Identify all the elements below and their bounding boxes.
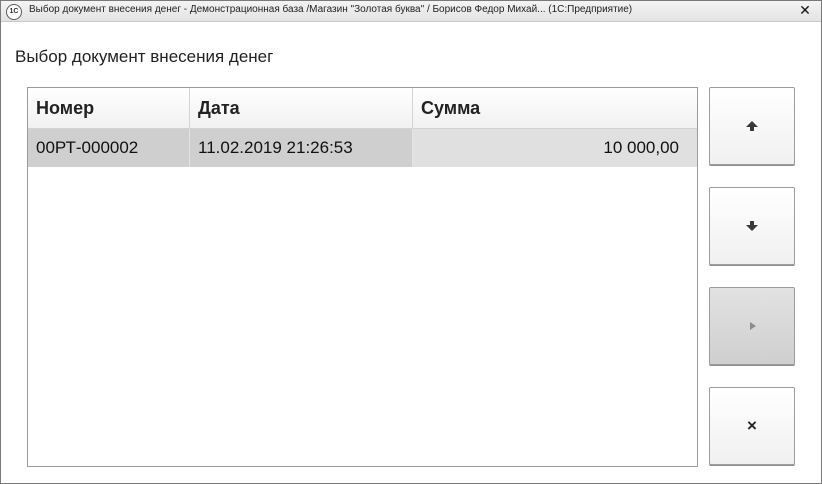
cell-date: 11.02.2019 21:26:53 (190, 129, 413, 167)
table-row[interactable]: 00РТ-000002 11.02.2019 21:26:53 10 000,0… (28, 129, 697, 167)
form-title: Выбор документ внесения денег (15, 47, 274, 66)
select-button[interactable] (709, 287, 795, 365)
table-header: Номер Дата Сумма (28, 88, 697, 129)
cell-number: 00РТ-000002 (28, 129, 190, 167)
move-down-button[interactable] (709, 187, 795, 265)
close-icon: ✕ (799, 2, 811, 18)
arrow-up-icon (746, 121, 758, 131)
cell-amount: 10 000,00 (413, 129, 697, 167)
column-header-number[interactable]: Номер (28, 88, 190, 128)
column-header-amount[interactable]: Сумма (413, 88, 697, 128)
column-header-date[interactable]: Дата (190, 88, 413, 128)
title-bar: 1С Выбор документ внесения денег - Демон… (1, 1, 821, 22)
window-title: Выбор документ внесения денег - Демонстр… (29, 4, 633, 15)
move-up-button[interactable] (709, 87, 795, 165)
arrow-down-icon (746, 221, 758, 231)
app-1c-icon: 1С (6, 4, 22, 20)
dialog-window: 1С Выбор документ внесения денег - Демон… (0, 0, 822, 484)
play-icon (750, 322, 756, 330)
documents-table: Номер Дата Сумма 00РТ-000002 11.02.2019 … (27, 87, 698, 467)
close-icon: × (747, 416, 757, 435)
window-close-button[interactable]: ✕ (797, 2, 813, 18)
cancel-button[interactable]: × (709, 387, 795, 465)
